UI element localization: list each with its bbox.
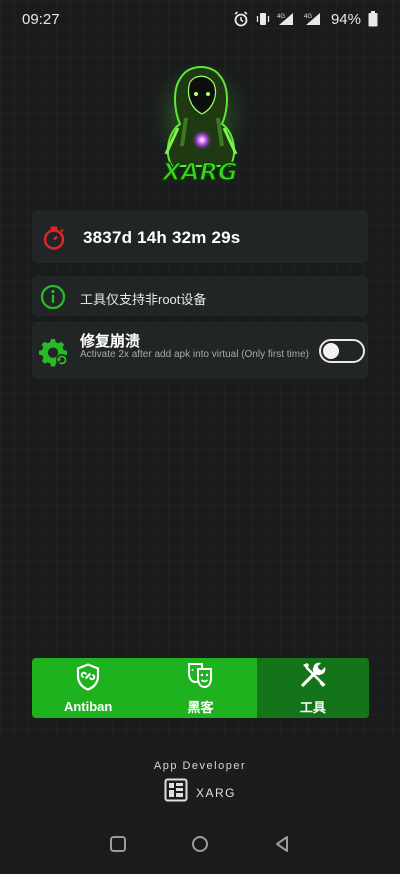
developer-name: XARG — [195, 785, 236, 800]
signal-icon-2: 4G — [304, 11, 324, 27]
fix-crash-toggle[interactable] — [319, 339, 365, 363]
tab-antiban-label: Antiban — [63, 698, 113, 714]
alarm-icon — [233, 11, 249, 27]
tab-antiban[interactable]: Antiban — [32, 658, 144, 718]
timer-card: 3837d 14h 32m 29s — [32, 211, 368, 263]
battery-percent: 94% — [330, 10, 361, 28]
gear-refresh-icon — [39, 337, 69, 372]
back-icon[interactable] — [273, 835, 291, 858]
recents-icon[interactable] — [109, 835, 127, 858]
fix-crash-card[interactable]: 修复崩溃 Activate 2x after add apk into virt… — [32, 322, 368, 378]
developer-label: App Developer — [153, 760, 247, 772]
signal-icon-1: 4G — [277, 11, 297, 27]
info-icon — [40, 284, 66, 315]
vibrate-icon — [256, 11, 270, 27]
tools-icon — [299, 661, 327, 694]
battery-icon — [368, 11, 378, 27]
fix-crash-description: Activate 2x after add apk into virtual (… — [80, 349, 309, 360]
status-time: 09:27 — [22, 10, 60, 28]
info-message: 工具仅支持非root设备 — [80, 292, 207, 307]
net2-label: 4G — [304, 14, 312, 20]
toggle-knob — [323, 343, 339, 359]
shield-link-icon — [75, 662, 101, 696]
developer-brand: XARG — [0, 778, 400, 807]
svg-text:XARG: XARG — [160, 158, 237, 186]
home-icon[interactable] — [191, 835, 209, 858]
info-card: 工具仅支持非root设备 — [32, 276, 368, 316]
status-icons: 4G 4G 94% — [233, 11, 378, 28]
xarg-logo: XARG — [142, 62, 258, 190]
status-bar: 09:27 4G 4G 94% — [0, 0, 400, 38]
timer-countdown: 3837d 14h 32m 29s — [83, 228, 241, 247]
bottom-nav: Antiban 黑客 工具 — [32, 658, 369, 718]
developer-logo-icon — [164, 778, 188, 807]
tab-tools[interactable]: 工具 — [256, 658, 369, 718]
tab-hacker[interactable]: 黑客 — [144, 658, 256, 718]
tab-tools-label: 工具 — [299, 699, 326, 715]
tab-hacker-label: 黑客 — [187, 699, 214, 715]
stopwatch-icon — [41, 225, 67, 256]
masks-icon — [186, 661, 214, 694]
developer-section: App Developer XARG — [0, 740, 400, 818]
net1-label: 4G — [277, 14, 285, 20]
system-nav-bar — [0, 818, 400, 874]
